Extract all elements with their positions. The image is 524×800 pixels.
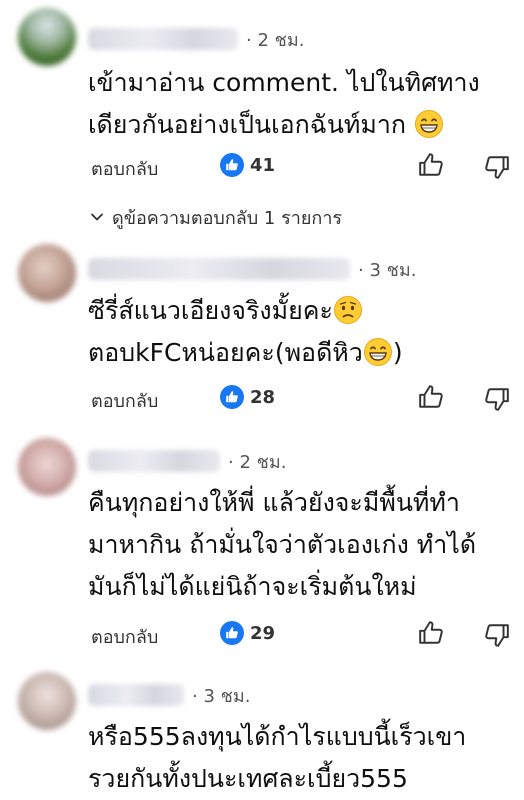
comment-line: หรือ555ลงทุนได้กำไรแบบนี้เร็วเขา [88, 722, 467, 751]
comment-text: ซีรี่ส์แนวเอียงจริงมั้ยคะ ตอบkFCหน่อยคะ(… [88, 290, 508, 374]
author-name[interactable] [88, 258, 350, 280]
thumbs-up-icon[interactable] [418, 152, 444, 178]
author-name[interactable] [88, 28, 238, 50]
like-badge-icon [220, 385, 244, 409]
comment-text: คืนทุกอย่างให้พี่ แล้วยังจะมีพื้นที่ทำ ม… [88, 482, 508, 608]
timestamp: · 2 ชม. [228, 451, 287, 473]
thumbs-down-icon[interactable] [484, 386, 510, 412]
avatar[interactable] [18, 438, 76, 496]
comment-line: คืนทุกอย่างให้พี่ แล้วยังจะมีพื้นที่ทำ [88, 488, 460, 517]
timestamp: · 3 ชม. [192, 685, 251, 707]
like-count: 41 [220, 150, 275, 180]
view-replies-label: ดูข้อความตอบกลับ 1 รายการ [112, 207, 343, 229]
comment-line: มันก็ไม่ได้แย่นิถ้าจะเริ่มต้นใหม่ [88, 572, 417, 601]
author-name[interactable] [88, 450, 220, 472]
author-name[interactable] [88, 684, 184, 706]
thumbs-up-icon[interactable] [418, 620, 444, 646]
slightly-worried-face-icon [333, 295, 363, 325]
like-count: 29 [220, 618, 275, 648]
comment-text: หรือ555ลงทุนได้กำไรแบบนี้เร็วเขา รวยกันท… [88, 716, 508, 800]
like-badge-icon [220, 621, 244, 645]
comment-line-suffix: ) [392, 338, 403, 367]
view-replies-button[interactable]: ดูข้อความตอบกลับ 1 รายการ [90, 204, 342, 230]
comment-line: เข้ามาอ่าน comment. ไปในทิศทาง [88, 68, 480, 97]
avatar[interactable] [18, 244, 76, 302]
comment-line: รวยกันทั้งปนะเทศละเบี้ยว555 [88, 764, 408, 793]
reply-button[interactable]: ตอบกลับ [91, 622, 158, 651]
reply-button[interactable]: ตอบกลับ [91, 386, 158, 415]
timestamp: · 3 ชม. [358, 259, 417, 281]
timestamp: · 2 ชม. [246, 29, 305, 51]
thumbs-up-icon[interactable] [418, 384, 444, 410]
chevron-down-icon [91, 213, 103, 221]
avatar[interactable] [18, 8, 76, 66]
thumbs-down-icon[interactable] [484, 622, 510, 648]
comment-line: ซีรี่ส์แนวเอียงจริงมั้ยคะ [88, 296, 333, 325]
grinning-face-icon [414, 109, 444, 139]
grinning-face-icon [363, 337, 393, 367]
comment-line: ตอบkFCหน่อยคะ(พอดีหิว [88, 338, 363, 367]
like-count: 28 [220, 382, 275, 412]
avatar[interactable] [18, 672, 76, 730]
reply-button[interactable]: ตอบกลับ [91, 154, 158, 183]
comment-line: มาหากิน ถ้ามั่นใจว่าตัวเองเก่ง ทำได้ [88, 530, 477, 559]
comment-line: เดียวกันอย่างเป็นเอกฉันท์มาก [88, 110, 407, 139]
comment-text: เข้ามาอ่าน comment. ไปในทิศทาง เดียวกันอ… [88, 62, 508, 146]
like-badge-icon [220, 153, 244, 177]
thumbs-down-icon[interactable] [484, 154, 510, 180]
